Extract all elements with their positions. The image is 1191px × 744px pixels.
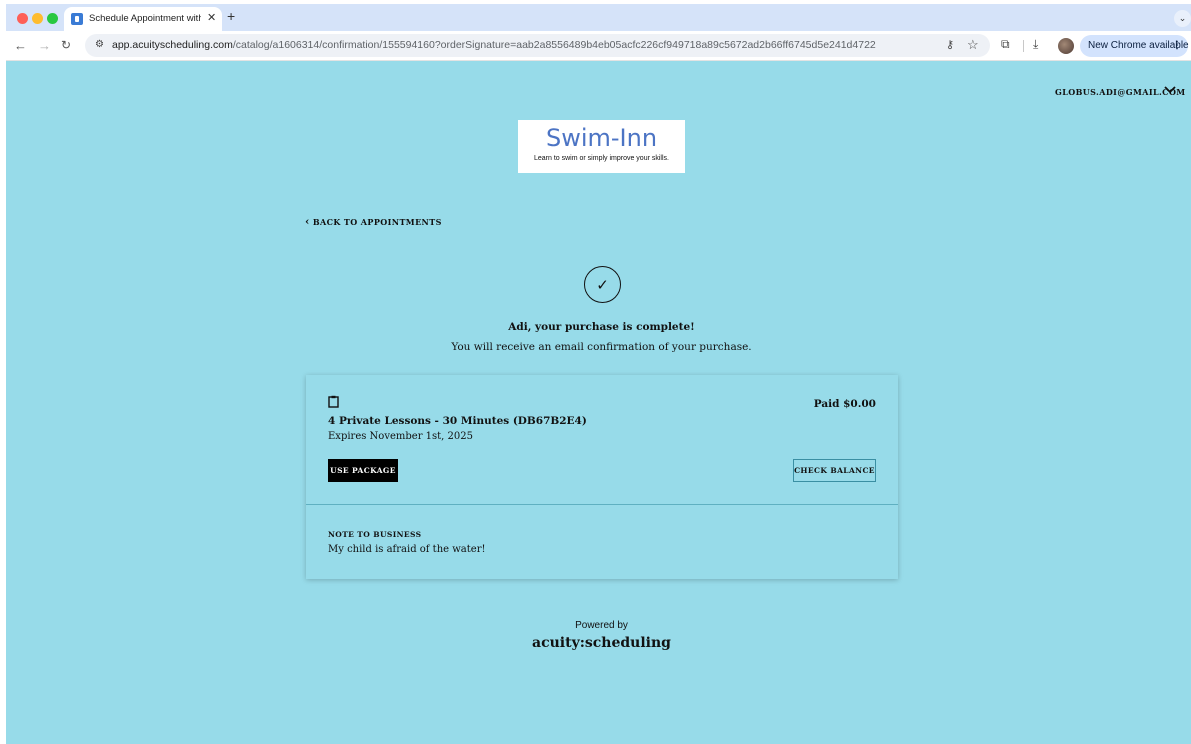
acuity-scheduling-logo[interactable]: acuity:scheduling bbox=[6, 635, 1191, 651]
url-text[interactable]: app.acuityscheduling.com/catalog/a160631… bbox=[112, 39, 876, 51]
maximize-window-button[interactable] bbox=[47, 13, 58, 24]
chrome-update-button[interactable]: New Chrome available ⋮ bbox=[1080, 35, 1189, 57]
download-icon[interactable]: ⤓ bbox=[1033, 37, 1038, 52]
tab-close-icon[interactable]: ✕ bbox=[207, 11, 216, 24]
tab-search-icon[interactable]: ⌄ bbox=[1174, 10, 1191, 27]
back-arrow-icon[interactable]: ← bbox=[14, 38, 27, 53]
clipboard-icon bbox=[328, 395, 339, 412]
tab-title: Schedule Appointment with S bbox=[89, 13, 201, 24]
url-path: /catalog/a1606314/confirmation/155594160… bbox=[232, 39, 876, 51]
address-bar[interactable]: ⚙ app.acuityscheduling.com/catalog/a1606… bbox=[85, 34, 990, 57]
browser-window: Schedule Appointment with S ✕ + ⌄ ← → ↻ … bbox=[6, 4, 1191, 744]
chevron-left-icon: ‹ bbox=[305, 215, 310, 228]
toolbar-divider bbox=[1023, 40, 1024, 52]
use-package-button[interactable]: USE PACKAGE bbox=[328, 459, 398, 482]
package-name: 4 Private Lessons - 30 Minutes (DB67B2E4… bbox=[328, 415, 587, 427]
minimize-window-button[interactable] bbox=[32, 13, 43, 24]
powered-by-label: Powered by bbox=[575, 620, 628, 631]
profile-avatar[interactable] bbox=[1058, 38, 1074, 54]
order-card: 4 Private Lessons - 30 Minutes (DB67B2E4… bbox=[306, 375, 898, 579]
key-icon[interactable]: ⚷ bbox=[946, 38, 954, 51]
check-balance-button[interactable]: CHECK BALANCE bbox=[793, 459, 876, 482]
note-text: My child is afraid of the water! bbox=[328, 544, 486, 555]
checkmark-icon: ✓ bbox=[584, 266, 621, 303]
url-host: app.acuityscheduling.com bbox=[112, 39, 233, 51]
new-tab-button[interactable]: + bbox=[227, 8, 235, 24]
reload-icon[interactable]: ↻ bbox=[61, 38, 71, 52]
logo-tagline: Learn to swim or simply improve your ski… bbox=[534, 155, 669, 162]
page-content: GLOBUS.ADI@GMAIL.COM Swim-Inn Learn to s… bbox=[6, 61, 1191, 744]
browser-toolbar: ← → ↻ ⚙ app.acuityscheduling.com/catalog… bbox=[6, 31, 1191, 61]
chevron-down-icon[interactable] bbox=[1164, 83, 1176, 97]
tab-strip: Schedule Appointment with S ✕ + ⌄ bbox=[6, 4, 1191, 31]
back-to-appointments-link[interactable]: ‹ BACK TO APPOINTMENTS bbox=[305, 215, 442, 228]
site-info-icon[interactable]: ⚙ bbox=[95, 39, 104, 50]
paid-amount: Paid $0.00 bbox=[813, 398, 876, 410]
business-logo: Swim-Inn Learn to swim or simply improve… bbox=[518, 120, 685, 173]
logo-name: Swim-Inn bbox=[545, 124, 658, 152]
note-label: NOTE TO BUSINESS bbox=[328, 530, 422, 539]
card-divider bbox=[306, 504, 898, 505]
confirmation-subtitle: You will receive an email confirmation o… bbox=[451, 341, 752, 353]
favicon-icon bbox=[71, 13, 83, 25]
kebab-menu-icon[interactable]: ⋮ bbox=[1172, 35, 1182, 57]
star-icon[interactable]: ☆ bbox=[967, 37, 979, 53]
back-link-label: BACK TO APPOINTMENTS bbox=[312, 217, 442, 227]
forward-arrow-icon[interactable]: → bbox=[38, 38, 51, 53]
browser-tab[interactable]: Schedule Appointment with S ✕ bbox=[64, 7, 222, 31]
extensions-icon[interactable]: ⧉ bbox=[1001, 37, 1010, 52]
confirmation-title: Adi, your purchase is complete! bbox=[508, 321, 695, 333]
package-expiry: Expires November 1st, 2025 bbox=[328, 431, 473, 442]
close-window-button[interactable] bbox=[17, 13, 28, 24]
